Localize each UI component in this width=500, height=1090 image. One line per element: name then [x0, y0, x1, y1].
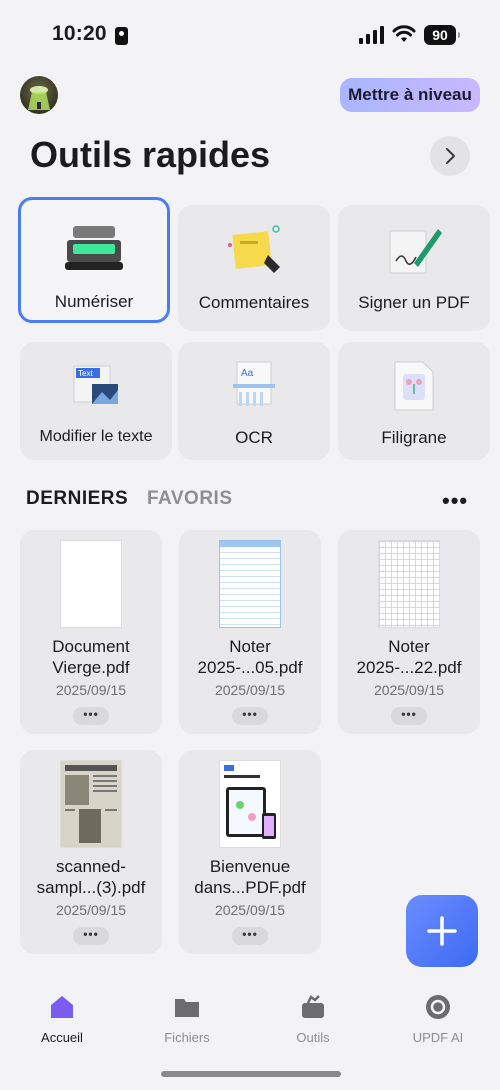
- folder-icon: [175, 999, 199, 1017]
- tab-recent[interactable]: DERNIERS: [26, 488, 128, 509]
- file-card[interactable]: scanned-sampl...(3).pdf 2025/09/15 •••: [20, 750, 162, 954]
- svg-text:Aa: Aa: [241, 368, 254, 379]
- file-more-button[interactable]: •••: [232, 927, 268, 945]
- tool-edit-text[interactable]: Text Modifier le texte: [20, 342, 172, 460]
- newspaper-thumbnail-icon: [65, 765, 117, 843]
- file-date: 2025/09/15: [214, 682, 286, 698]
- avatar[interactable]: [20, 76, 58, 114]
- contact-card-icon: [115, 27, 128, 45]
- tab-favorites[interactable]: FAVORIS: [147, 488, 233, 510]
- file-card[interactable]: Document Vierge.pdf 2025/09/15 •••: [20, 530, 162, 734]
- sticky-note-icon: [228, 225, 280, 273]
- more-options-icon[interactable]: •••: [442, 488, 468, 514]
- file-date: 2025/09/15: [55, 682, 127, 698]
- file-name: Noter 2025-...05.pdf: [197, 637, 303, 677]
- nav-home[interactable]: Accueil: [12, 993, 112, 1045]
- file-thumbnail: [219, 760, 281, 848]
- tool-label: Filigrane: [381, 428, 447, 447]
- nav-files[interactable]: Fichiers: [137, 993, 237, 1045]
- tool-sign-pdf[interactable]: Signer un PDF: [338, 205, 490, 331]
- home-icon: [51, 996, 73, 1018]
- file-card[interactable]: Bienvenue dans...PDF.pdf 2025/09/15 •••: [179, 750, 321, 954]
- signature-pen-icon: [389, 229, 442, 274]
- status-bar: 10:20 90: [0, 0, 500, 72]
- wifi-icon: [392, 25, 416, 42]
- ocr-icon: Aa: [233, 361, 275, 406]
- file-more-button[interactable]: •••: [73, 927, 109, 945]
- file-thumbnail: [219, 540, 281, 628]
- file-card[interactable]: Noter 2025-...22.pdf 2025/09/15 •••: [338, 530, 480, 734]
- ufo-avatar-icon: [28, 86, 50, 110]
- tool-label: Modifier le texte: [39, 428, 153, 445]
- add-button[interactable]: [406, 895, 478, 967]
- tool-ocr[interactable]: Aa OCR: [178, 342, 330, 460]
- file-more-button[interactable]: •••: [232, 707, 268, 725]
- file-date: 2025/09/15: [214, 902, 286, 918]
- cellular-signal-icon: [359, 26, 385, 44]
- file-name: scanned-sampl...(3).pdf: [36, 857, 146, 897]
- upgrade-button[interactable]: Mettre à niveau: [340, 78, 480, 112]
- file-thumbnail: [60, 540, 122, 628]
- nav-updf-ai[interactable]: UPDF AI: [388, 993, 488, 1045]
- nav-tools[interactable]: Outils: [263, 993, 363, 1045]
- scanner-icon: [65, 226, 123, 270]
- quick-tools-more-button[interactable]: [430, 136, 470, 176]
- toolbox-icon: [302, 995, 324, 1018]
- quick-tools-title: Outils rapides: [30, 134, 271, 175]
- plus-icon: [427, 916, 457, 946]
- ai-swirl-icon: [426, 995, 450, 1019]
- battery-icon: 90: [424, 25, 460, 45]
- file-thumbnail: [378, 540, 440, 628]
- home-indicator: [161, 1071, 341, 1077]
- file-card[interactable]: Noter 2025-...05.pdf 2025/09/15 •••: [179, 530, 321, 734]
- status-time: 10:20: [52, 22, 107, 45]
- file-more-button[interactable]: •••: [73, 707, 109, 725]
- tool-label: Signer un PDF: [358, 293, 470, 312]
- tool-label: Commentaires: [198, 293, 310, 312]
- file-name: Document Vierge.pdf: [52, 637, 130, 677]
- edit-text-icon: Text: [73, 365, 118, 404]
- file-more-button[interactable]: •••: [391, 707, 427, 725]
- tool-scan[interactable]: Numériser: [18, 197, 170, 323]
- svg-text:Text: Text: [78, 369, 93, 378]
- file-tabs: DERNIERS FAVORIS: [26, 488, 232, 510]
- file-thumbnail: [60, 760, 122, 848]
- file-date: 2025/09/15: [55, 902, 127, 918]
- tool-label: OCR: [235, 428, 273, 447]
- file-date: 2025/09/15: [373, 682, 445, 698]
- tool-comments[interactable]: Commentaires: [178, 205, 330, 331]
- file-name: Noter 2025-...22.pdf: [356, 637, 462, 677]
- tool-watermark[interactable]: Filigrane: [338, 342, 490, 460]
- chevron-right-icon: [446, 148, 455, 164]
- watermark-icon: [394, 361, 434, 411]
- file-name: Bienvenue dans...PDF.pdf: [194, 857, 306, 897]
- welcome-doc-thumbnail-icon: [224, 765, 276, 839]
- tool-label: Numériser: [54, 292, 134, 311]
